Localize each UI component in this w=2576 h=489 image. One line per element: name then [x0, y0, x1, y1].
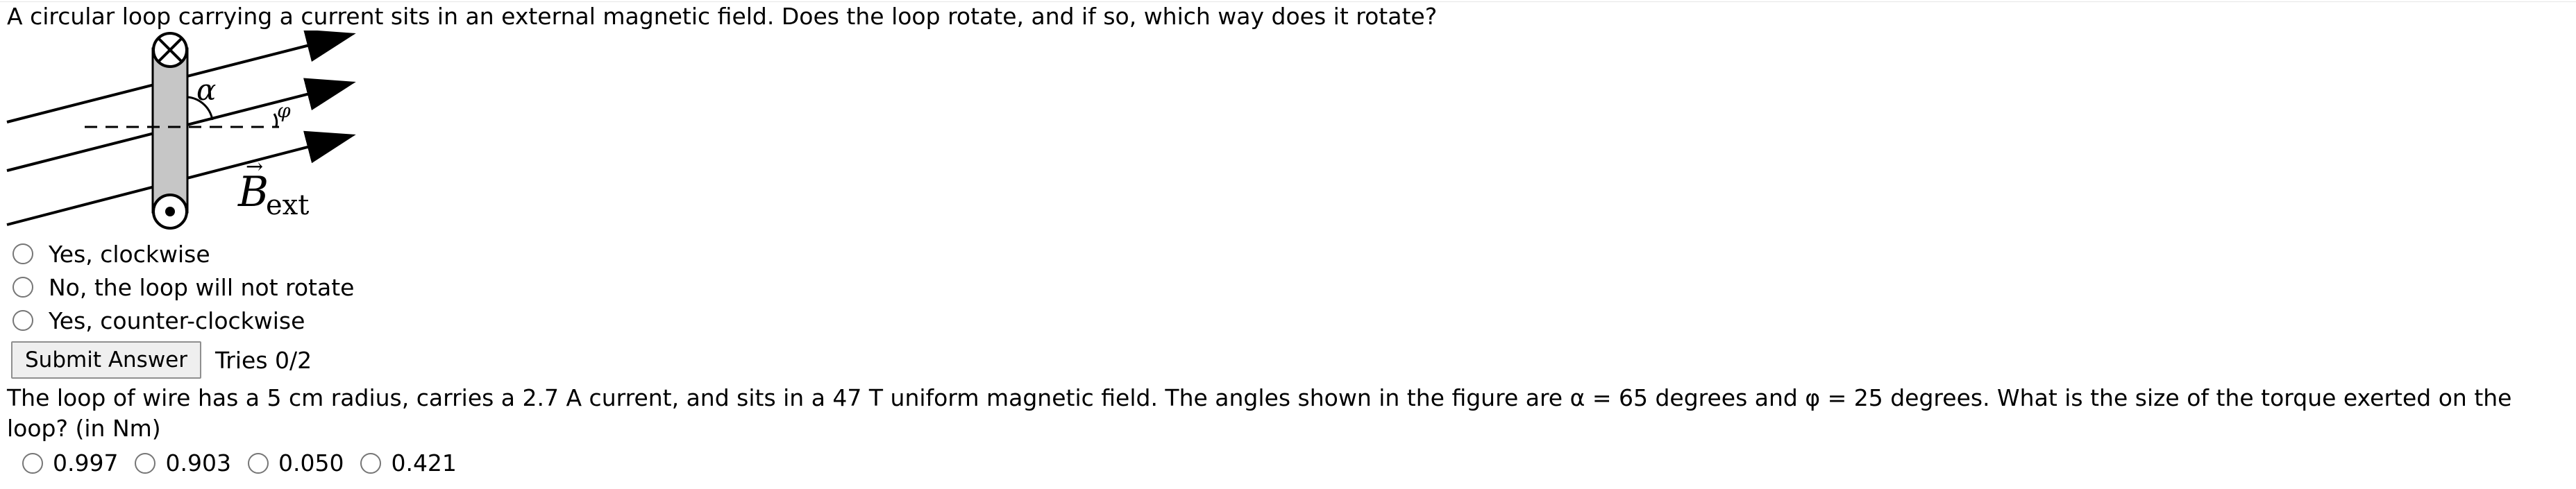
radio-icon[interactable] — [12, 243, 33, 264]
answer-label: 0.421 — [391, 449, 457, 477]
answer-options: 0.997 0.903 0.050 0.421 — [22, 449, 462, 477]
answer-label: 0.050 — [278, 449, 344, 477]
magnetic-field-loop-figure: α φ → B ext — [6, 31, 356, 230]
submit-answer-button[interactable]: Submit Answer — [11, 341, 201, 379]
radio-icon[interactable] — [360, 452, 382, 474]
choice-label: No, the loop will not rotate — [49, 273, 355, 301]
radio-icon[interactable] — [135, 452, 156, 474]
submission-area: Submit Answer Tries 0/2 — [11, 341, 312, 379]
loop-side-view — [151, 47, 189, 214]
choice-label: Yes, counter-clockwise — [49, 307, 305, 334]
answer-option-0903[interactable]: 0.903 — [135, 449, 231, 477]
answer-option-0421[interactable]: 0.421 — [360, 449, 457, 477]
radio-icon[interactable] — [12, 310, 33, 331]
radio-icon[interactable] — [22, 452, 43, 474]
question-2-prompt: The loop of wire has a 5 cm radius, carr… — [7, 384, 2512, 442]
choice-label: Yes, clockwise — [49, 240, 210, 268]
b-ext-main-label: B — [237, 168, 269, 216]
answer-option-0050[interactable]: 0.050 — [247, 449, 344, 477]
radio-icon[interactable] — [247, 452, 269, 474]
answer-option-0997[interactable]: 0.997 — [22, 449, 118, 477]
tries-counter: Tries 0/2 — [215, 346, 312, 374]
choice-no-rotation[interactable]: No, the loop will not rotate — [12, 272, 354, 302]
answer-label: 0.903 — [165, 449, 231, 477]
question-1-prompt: A circular loop carrying a current sits … — [7, 3, 1438, 30]
radio-icon[interactable] — [12, 277, 33, 298]
choice-yes-counter-clockwise[interactable]: Yes, counter-clockwise — [12, 305, 305, 336]
alpha-label: α — [196, 73, 216, 107]
answer-label: 0.997 — [53, 449, 119, 477]
b-ext-subscript-label: ext — [266, 189, 309, 221]
phi-label: φ — [277, 99, 291, 122]
choice-yes-clockwise[interactable]: Yes, clockwise — [12, 239, 210, 269]
